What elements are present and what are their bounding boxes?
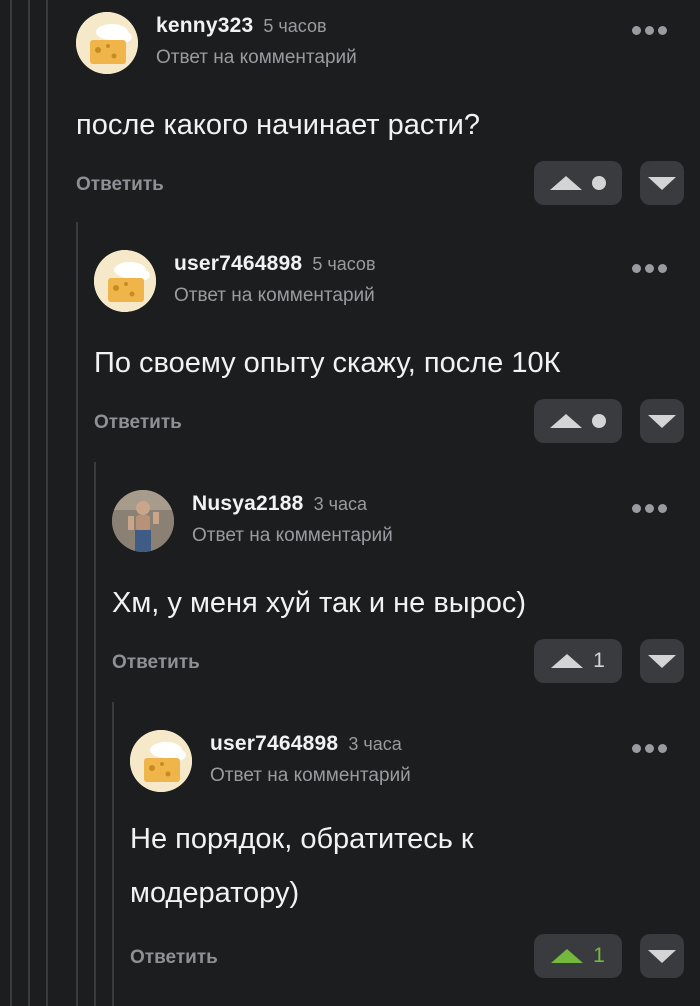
upvote-icon <box>551 654 584 668</box>
downvote-icon <box>648 414 676 428</box>
rating-hidden-dot <box>592 176 606 190</box>
comment-text: По своему опыту скажу, после 10К <box>94 336 561 390</box>
reply-button[interactable]: Ответить <box>130 947 218 969</box>
more-options-icon[interactable] <box>632 500 672 514</box>
upvote-button[interactable] <box>534 161 622 205</box>
thread-line <box>28 0 30 1006</box>
username[interactable]: kenny323 <box>156 14 253 37</box>
thread-line <box>46 0 48 1006</box>
downvote-icon <box>648 176 676 190</box>
comment: Nusya2188 3 часа Ответ на комментарий Хм,… <box>112 478 700 702</box>
rating-count: 1 <box>593 649 605 672</box>
reply-to-link[interactable]: Ответ на комментарий <box>192 525 393 547</box>
reply-to-link[interactable]: Ответ на комментарий <box>210 765 411 787</box>
timestamp: 5 часов <box>263 16 327 36</box>
comment: kenny323 5 часов Ответ на комментарий пос… <box>76 0 700 222</box>
user-avatar[interactable] <box>130 730 192 792</box>
upvote-button-active[interactable]: 1 <box>534 934 622 978</box>
reply-button[interactable]: Ответить <box>112 652 200 674</box>
downvote-button[interactable] <box>640 639 684 683</box>
downvote-icon <box>648 654 676 668</box>
cheese-avatar-icon <box>76 12 138 74</box>
username[interactable]: user7464898 <box>174 252 302 275</box>
cheese-avatar-icon <box>130 730 192 792</box>
comment-text: после какого начинает расти? <box>76 98 480 152</box>
cheese-avatar-icon <box>94 250 156 312</box>
downvote-icon <box>648 949 676 963</box>
timestamp: 3 часа <box>313 494 367 514</box>
reply-button[interactable]: Ответить <box>76 174 164 196</box>
comment: user7464898 5 часов Ответ на комментарий … <box>94 238 700 462</box>
comment-text-line: Не порядок, обратитесь к <box>130 823 474 855</box>
timestamp: 3 часа <box>348 734 402 754</box>
username[interactable]: user7464898 <box>210 732 338 755</box>
photo-avatar-icon <box>112 490 174 552</box>
user-avatar[interactable] <box>94 250 156 312</box>
rating-hidden-dot <box>592 414 606 428</box>
upvote-button[interactable] <box>534 399 622 443</box>
more-options-icon[interactable] <box>632 740 672 754</box>
upvote-icon <box>551 949 584 963</box>
user-avatar[interactable] <box>76 12 138 74</box>
username[interactable]: Nusya2188 <box>192 492 304 515</box>
downvote-button[interactable] <box>640 934 684 978</box>
comment-meta: user7464898 5 часов Ответ на комментарий <box>174 252 376 307</box>
reply-to-link[interactable]: Ответ на комментарий <box>156 47 357 69</box>
comment-text: Хм, у меня хуй так и не вырос) <box>112 576 526 630</box>
reply-to-link[interactable]: Ответ на комментарий <box>174 285 376 307</box>
comment-text-line: после какого начинает расти? <box>76 109 480 141</box>
comment-text-line: модератору) <box>130 877 300 909</box>
reply-button[interactable]: Ответить <box>94 412 182 434</box>
more-options-icon[interactable] <box>632 22 672 36</box>
upvote-button[interactable]: 1 <box>534 639 622 683</box>
thread-line[interactable] <box>76 222 78 1006</box>
thread-line[interactable] <box>112 702 114 1006</box>
thread-line <box>10 0 12 1006</box>
downvote-button[interactable] <box>640 399 684 443</box>
more-options-icon[interactable] <box>632 260 672 274</box>
downvote-button[interactable] <box>640 161 684 205</box>
comment-meta: user7464898 3 часа Ответ на комментарий <box>210 732 411 787</box>
comment-meta: Nusya2188 3 часа Ответ на комментарий <box>192 492 393 547</box>
rating-count: 1 <box>593 944 605 967</box>
user-avatar[interactable] <box>112 490 174 552</box>
comment-text-line: По своему опыту скажу, после 10К <box>94 347 561 379</box>
comment: user7464898 3 часа Ответ на комментарий Н… <box>130 718 700 1006</box>
upvote-icon <box>550 414 582 428</box>
timestamp: 5 часов <box>312 254 376 274</box>
comment-text: Не порядок, обратитесь к модератору) <box>130 812 474 920</box>
comment-text-line: Хм, у меня хуй так и не вырос) <box>112 587 527 619</box>
upvote-icon <box>550 176 582 190</box>
thread-line[interactable] <box>94 462 96 1006</box>
comment-meta: kenny323 5 часов Ответ на комментарий <box>156 14 357 69</box>
